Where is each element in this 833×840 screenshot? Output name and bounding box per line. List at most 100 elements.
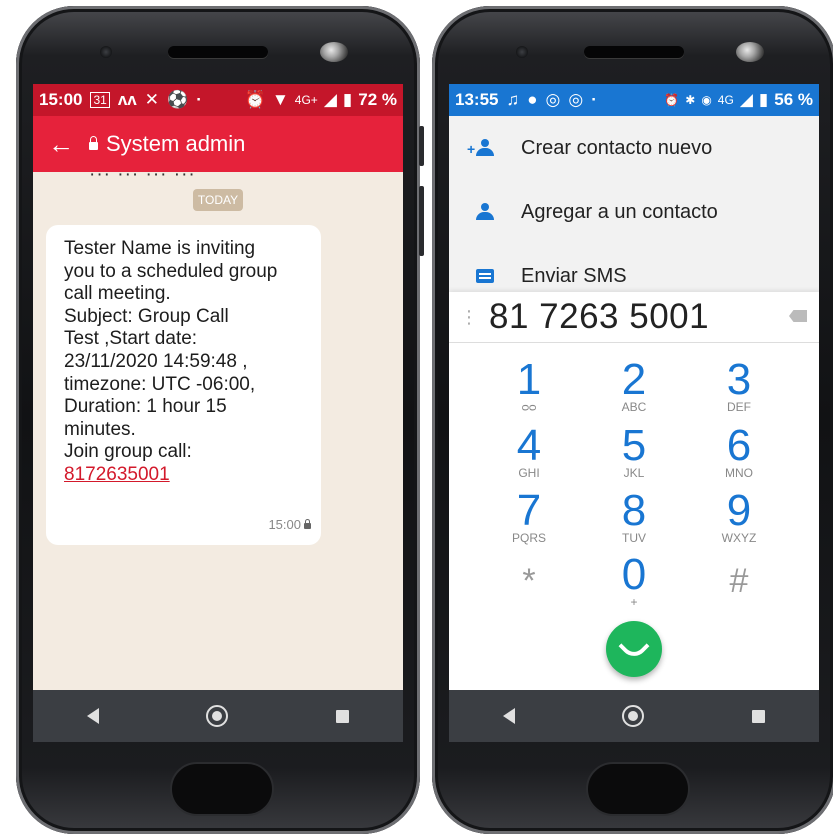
date-divider: TODAY [193,189,243,211]
left-screen: 15:00 31 ʌʌ ✕ ⚽ · ⏰ ▼ 4G+ ◢ ▮ 72 % ← Sys… [33,84,403,742]
earpiece-speaker [584,46,684,58]
key-4[interactable]: 4 GHI [474,421,584,481]
right-screen: 13:55 ♫ ● ◎ ◎ · ⏰ ✱ ◉ 4G ◢ ▮ 56 % + Crea… [449,84,819,742]
chat-area[interactable]: ··· ··· ··· ··· TODAY Tester Name is inv… [33,164,403,690]
key-1[interactable]: 1 ᴑᴑ [474,355,584,415]
bluetooth-icon: ✱ [685,93,696,107]
phone-number-link[interactable]: 8172635001 [64,464,303,487]
alarm-icon: ⏰ [244,90,266,109]
key-hash[interactable]: # [684,561,794,601]
soccer-icon: ⚽ [167,90,189,109]
overflow-menu-icon[interactable]: ⋮ [449,307,489,328]
calendar-icon: 31 [90,92,110,108]
key-letters: MNO [725,466,753,480]
front-camera [320,42,348,62]
backspace-icon[interactable] [789,310,807,322]
key-6[interactable]: 6 MNO [684,421,794,481]
status-bar: 13:55 ♫ ● ◎ ◎ · ⏰ ✱ ◉ 4G ◢ ▮ 56 % [449,84,819,116]
earpiece-speaker [168,46,268,58]
key-digit: 7 [516,486,542,535]
network-type: 4G+ [294,93,318,107]
key-5[interactable]: 5 JKL [579,424,689,481]
status-time: 13:55 [455,90,499,109]
key-2[interactable]: 2 ABC [579,355,689,415]
key-digit: 2 [621,355,647,404]
more-notifications-icon: · [196,90,202,109]
message-line: Test ,Start date: [64,328,198,350]
nav-recents-icon[interactable] [336,709,350,723]
nav-back-icon[interactable] [86,708,99,724]
back-arrow-icon[interactable]: ← [33,129,89,160]
nav-recents-icon[interactable] [752,709,766,723]
key-digit: 0 [621,550,647,599]
right-phone: 13:55 ♫ ● ◎ ◎ · ⏰ ✱ ◉ 4G ◢ ▮ 56 % + Crea… [432,6,833,834]
instagram-icon: ◎ [545,90,561,109]
message-line: Tester Name is inviting [64,238,256,259]
key-letters: WXYZ [721,531,757,545]
notification-icon: ʌʌ [117,90,137,109]
power-button [419,126,424,166]
message-bubble[interactable]: Tester Name is inviting you to a schedul… [46,225,321,545]
call-button[interactable] [606,621,662,677]
person-icon [475,203,495,221]
chat-title: System admin [106,131,246,156]
key-letters: DEF [727,400,751,414]
lock-small-icon [304,519,311,530]
timestamp-text: 15:00 [268,517,301,533]
nav-bar [33,690,403,742]
key-letters: GHI [518,466,540,480]
battery-percent: 72 % [358,90,397,109]
key-star[interactable]: * [474,561,584,601]
signal-icon: ◢ [323,90,337,109]
lock-icon [89,136,98,150]
menu-item-create-contact[interactable]: + Crear contacto nuevo [449,116,819,180]
wifi-icon: ▼ [271,90,289,109]
key-digit: 1 [516,355,542,404]
menu-item-label: Enviar SMS [521,264,627,287]
status-time: 15:00 [39,90,83,109]
key-9[interactable]: 9 WXYZ [684,486,794,546]
fingerprint-button [586,762,690,816]
dial-keypad: 1 ᴑᴑ 2 ABC 3 DEF 4 GHI 5 JKL 6 MNO 7 PQR… [449,343,819,690]
message-line: timezone: UTC -06:00, [64,373,256,395]
key-8[interactable]: 8 TUV [579,489,689,546]
partial-message: ··· ··· ··· ··· [89,164,196,185]
key-digit: 9 [726,486,752,535]
proximity-sensor [100,46,112,58]
key-letters: ABC [621,400,647,414]
status-bar: 15:00 31 ʌʌ ✕ ⚽ · ⏰ ▼ 4G+ ◢ ▮ 72 % [33,84,403,116]
key-letters: JKL [623,466,645,480]
key-letters: + [630,595,638,609]
message-line: Join group call: [64,441,192,463]
nav-home-icon[interactable] [622,705,645,727]
fingerprint-button [170,762,274,816]
key-7[interactable]: 7 PQRS [474,486,584,546]
key-3[interactable]: 3 DEF [684,355,794,415]
app-icon: ◎ [568,90,584,109]
message-timestamp: 15:00 [268,514,311,537]
menu-item-label: Crear contacto nuevo [521,136,713,159]
key-digit: 4 [516,421,542,470]
proximity-sensor [516,46,528,58]
battery-icon: ▮ [758,90,769,109]
key-0[interactable]: 0 + [579,550,689,610]
key-digit: 3 [726,355,752,404]
more-notifications-icon: · [591,90,597,109]
message-line: call meeting. [64,283,171,305]
menu-item-add-to-contact[interactable]: Agregar a un contacto [449,180,819,244]
music-icon: ♫ [506,90,520,109]
key-digit: 6 [726,421,752,470]
message-icon [476,269,494,283]
alarm-icon: ⏰ [664,93,680,107]
signal-icon: ◢ [739,90,753,109]
message-line: 23/11/2020 14:59:48 , [64,350,248,372]
voicemail-icon: ᴑᴑ [521,400,537,414]
app-icon: ✕ [144,90,160,109]
nav-back-icon[interactable] [502,708,515,724]
message-line: Duration: 1 hour 15 [64,396,227,418]
key-letters: TUV [622,531,646,545]
facebook-icon: ● [527,90,538,109]
key-digit: # [729,562,749,600]
dial-number-display[interactable]: ⋮ 81 7263 5001 [449,292,819,343]
nav-home-icon[interactable] [206,705,229,727]
